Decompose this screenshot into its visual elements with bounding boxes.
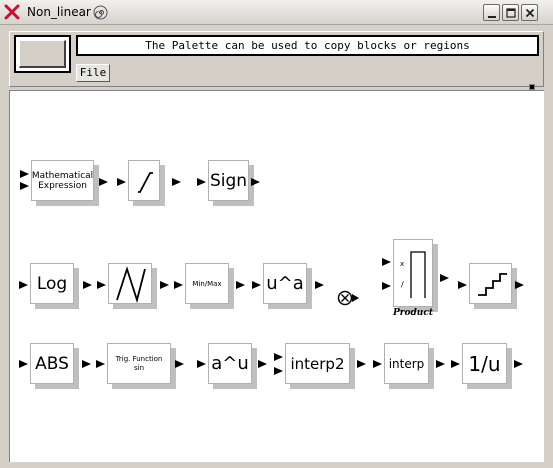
output-port	[251, 178, 260, 186]
output-port	[82, 360, 91, 368]
input-port	[274, 353, 283, 361]
trig-function-line2: sin	[133, 363, 145, 372]
trig-function-line1: Trig. Function	[115, 354, 163, 363]
file-menu[interactable]: File	[76, 64, 110, 82]
abs-block[interactable]: ABS	[30, 343, 79, 389]
palette-canvas[interactable]: Mathematical Expression Sign Log Min/Max…	[9, 90, 544, 462]
output-port	[99, 178, 108, 186]
input-port	[252, 281, 261, 289]
maximize-icon	[506, 8, 516, 18]
input-port	[197, 360, 206, 368]
input-port	[197, 178, 206, 186]
sticky-window-icon[interactable]	[93, 5, 108, 20]
sawtooth-icon	[116, 266, 146, 303]
close-button[interactable]	[521, 4, 538, 21]
output-port	[172, 178, 181, 186]
trig-function-block[interactable]: Trig. Function sin	[107, 343, 176, 389]
input-port	[20, 182, 29, 190]
sign-label: Sign	[209, 170, 248, 191]
output-port	[440, 274, 449, 282]
input-port	[97, 281, 106, 289]
output-port	[315, 281, 324, 289]
log-block[interactable]: Log	[30, 263, 79, 309]
power-ua-block[interactable]: u^a	[263, 263, 312, 309]
output-port	[515, 281, 524, 289]
abs-label: ABS	[35, 353, 69, 374]
product-caption: Product	[393, 308, 433, 318]
minimize-icon	[488, 16, 496, 18]
math-expression-block[interactable]: Mathematical Expression	[31, 160, 99, 206]
output-port	[436, 360, 445, 368]
input-port	[458, 281, 467, 289]
input-port	[373, 360, 382, 368]
interp2-label: interp2	[290, 354, 345, 373]
output-port	[258, 360, 267, 368]
sawtooth-block[interactable]	[108, 263, 157, 309]
interp-label: interp	[388, 356, 425, 371]
window-title: Non_linear	[27, 5, 91, 19]
product-times-sign: x	[400, 260, 405, 268]
output-port	[83, 281, 92, 289]
input-port	[117, 178, 126, 186]
inverse-block[interactable]: 1/u	[462, 343, 512, 389]
saturation-block[interactable]	[128, 160, 165, 206]
power-ua-label: u^a	[266, 273, 304, 294]
output-port	[357, 360, 366, 368]
product-block[interactable]: x /	[393, 239, 438, 312]
close-icon	[525, 8, 535, 18]
math-expression-line1: Mathematical	[31, 170, 94, 181]
input-port	[274, 367, 283, 375]
input-port	[20, 170, 29, 178]
minmax-block[interactable]: Min/Max	[185, 263, 234, 309]
sign-block[interactable]: Sign	[208, 160, 254, 206]
interp2-block[interactable]: interp2	[285, 343, 355, 389]
app-close-x-icon[interactable]	[3, 3, 21, 21]
output-port	[175, 360, 184, 368]
power-au-block[interactable]: a^u	[208, 343, 257, 389]
inverse-label: 1/u	[468, 351, 501, 376]
input-port	[382, 282, 391, 290]
product-divide-sign: /	[401, 280, 404, 289]
input-port	[451, 360, 460, 368]
product-bar-icon	[410, 251, 426, 298]
input-port	[174, 281, 183, 289]
title-bar: Non_linear	[0, 0, 553, 25]
staircase-icon	[478, 273, 507, 296]
palette-header: The Palette can be used to copy blocks o…	[9, 31, 544, 90]
input-port	[382, 258, 391, 266]
input-port	[96, 360, 105, 368]
multiply-block[interactable]	[337, 289, 367, 307]
interp-block[interactable]: interp	[384, 343, 434, 389]
block-preview	[14, 35, 71, 73]
input-port	[19, 360, 28, 368]
output-port	[514, 360, 523, 368]
block-preview-shape	[19, 40, 66, 68]
log-label: Log	[36, 273, 68, 294]
maximize-button[interactable]	[502, 4, 519, 21]
quantizer-block[interactable]	[469, 263, 517, 309]
math-expression-line2: Expression	[38, 180, 87, 191]
output-port	[160, 281, 169, 289]
power-au-label: a^u	[211, 353, 249, 374]
status-message: The Palette can be used to copy blocks o…	[76, 35, 539, 56]
output-port	[236, 281, 245, 289]
input-port	[19, 281, 28, 289]
saturation-icon	[138, 172, 153, 193]
minmax-label: Min/Max	[192, 279, 222, 288]
minimize-button[interactable]	[483, 4, 500, 21]
